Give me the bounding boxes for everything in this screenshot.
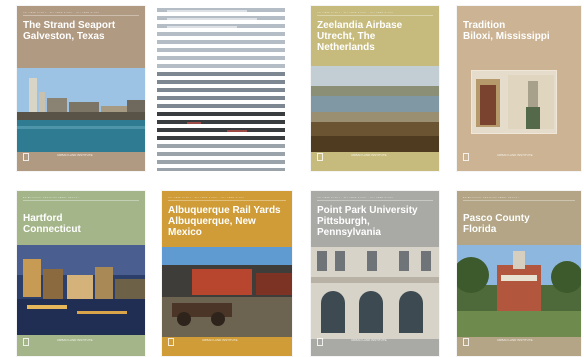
cover-footer: URBAN LAND INSTITUTE <box>317 153 437 163</box>
publisher-label: URBAN LAND INSTITUTE <box>351 338 387 342</box>
publisher-label: URBAN LAND INSTITUTE <box>497 153 533 157</box>
publisher-label: URBAN LAND INSTITUTE <box>57 153 93 157</box>
cover-title: Pasco County Florida <box>463 213 530 235</box>
publisher-label: URBAN LAND INSTITUTE <box>57 338 93 342</box>
cover-photo <box>17 68 145 152</box>
cover-title: Hartford Connecticut <box>23 213 81 235</box>
cover-title: Point Park University Pittsburgh, Pennsy… <box>317 205 418 238</box>
cover-title: Zeelandia Airbase Utrecht, The Netherlan… <box>317 20 403 53</box>
uli-logo-icon <box>463 338 469 346</box>
cover-footer: URBAN LAND INSTITUTE <box>463 338 581 348</box>
publisher-label: URBAN LAND INSTITUTE <box>351 153 387 157</box>
uli-logo-icon <box>317 338 323 346</box>
report-cover-albuquerque[interactable]: ULI CASE STUDY · ULI CASE STUDY · ULI CA… <box>162 191 292 356</box>
report-cover-hartford[interactable]: AN ADVISORY SERVICES PANEL REPORT Hartfo… <box>17 191 145 356</box>
series-strip: AN ADVISORY SERVICES PANEL REPORT <box>463 197 575 201</box>
publisher-label: URBAN LAND INSTITUTE <box>202 338 238 342</box>
cover-footer: URBAN LAND INSTITUTE <box>168 338 288 348</box>
report-cover-tradition[interactable]: Tradition Biloxi, Mississippi URBAN LAND… <box>457 6 581 171</box>
placeholder-stripes <box>157 8 285 171</box>
series-strip: ULI CASE STUDY · ULI CASE STUDY · ULI CA… <box>168 197 286 201</box>
cover-title: Tradition Biloxi, Mississippi <box>463 20 550 42</box>
cover-photo <box>162 247 292 337</box>
series-strip: AN ADVISORY SERVICES PANEL REPORT <box>23 197 139 201</box>
report-cover-point-park[interactable]: ULI CASE STUDY · ULI CASE STUDY · ULI CA… <box>311 191 439 356</box>
uli-logo-icon <box>23 153 29 161</box>
uli-logo-icon <box>463 153 469 161</box>
cover-title: The Strand Seaport Galveston, Texas <box>23 20 116 42</box>
cover-footer: URBAN LAND INSTITUTE <box>23 153 143 163</box>
publisher-label: URBAN LAND INSTITUTE <box>497 338 533 342</box>
cover-title: Albuquerque Rail Yards Albuquerque, New … <box>168 205 281 238</box>
cover-photo <box>311 66 439 152</box>
series-strip: ULI CASE STUDY · ULI CASE STUDY · ULI CA… <box>317 197 433 201</box>
report-cover-zeelandia[interactable]: ULI CASE STUDY · ULI CASE STUDY · ULI CA… <box>311 6 439 171</box>
series-strip: ULI CASE STUDY · ULI CASE STUDY · ULI CA… <box>317 12 433 16</box>
cover-footer: URBAN LAND INSTITUTE <box>23 338 143 348</box>
cover-footer: URBAN LAND INSTITUTE <box>463 153 581 163</box>
report-cover-placeholder[interactable] <box>157 6 285 171</box>
uli-logo-icon <box>23 338 29 346</box>
cover-footer: URBAN LAND INSTITUTE <box>317 338 437 348</box>
series-strip: ULI CASE STUDY · ULI CASE STUDY · ULI CA… <box>23 12 139 16</box>
uli-logo-icon <box>317 153 323 161</box>
cover-photo <box>457 245 581 337</box>
report-cover-galveston[interactable]: ULI CASE STUDY · ULI CASE STUDY · ULI CA… <box>17 6 145 171</box>
cover-photo <box>471 70 557 134</box>
cover-photo <box>17 245 145 335</box>
uli-logo-icon <box>168 338 174 346</box>
report-cover-pasco[interactable]: AN ADVISORY SERVICES PANEL REPORT Pasco … <box>457 191 581 356</box>
cover-photo <box>311 247 439 339</box>
